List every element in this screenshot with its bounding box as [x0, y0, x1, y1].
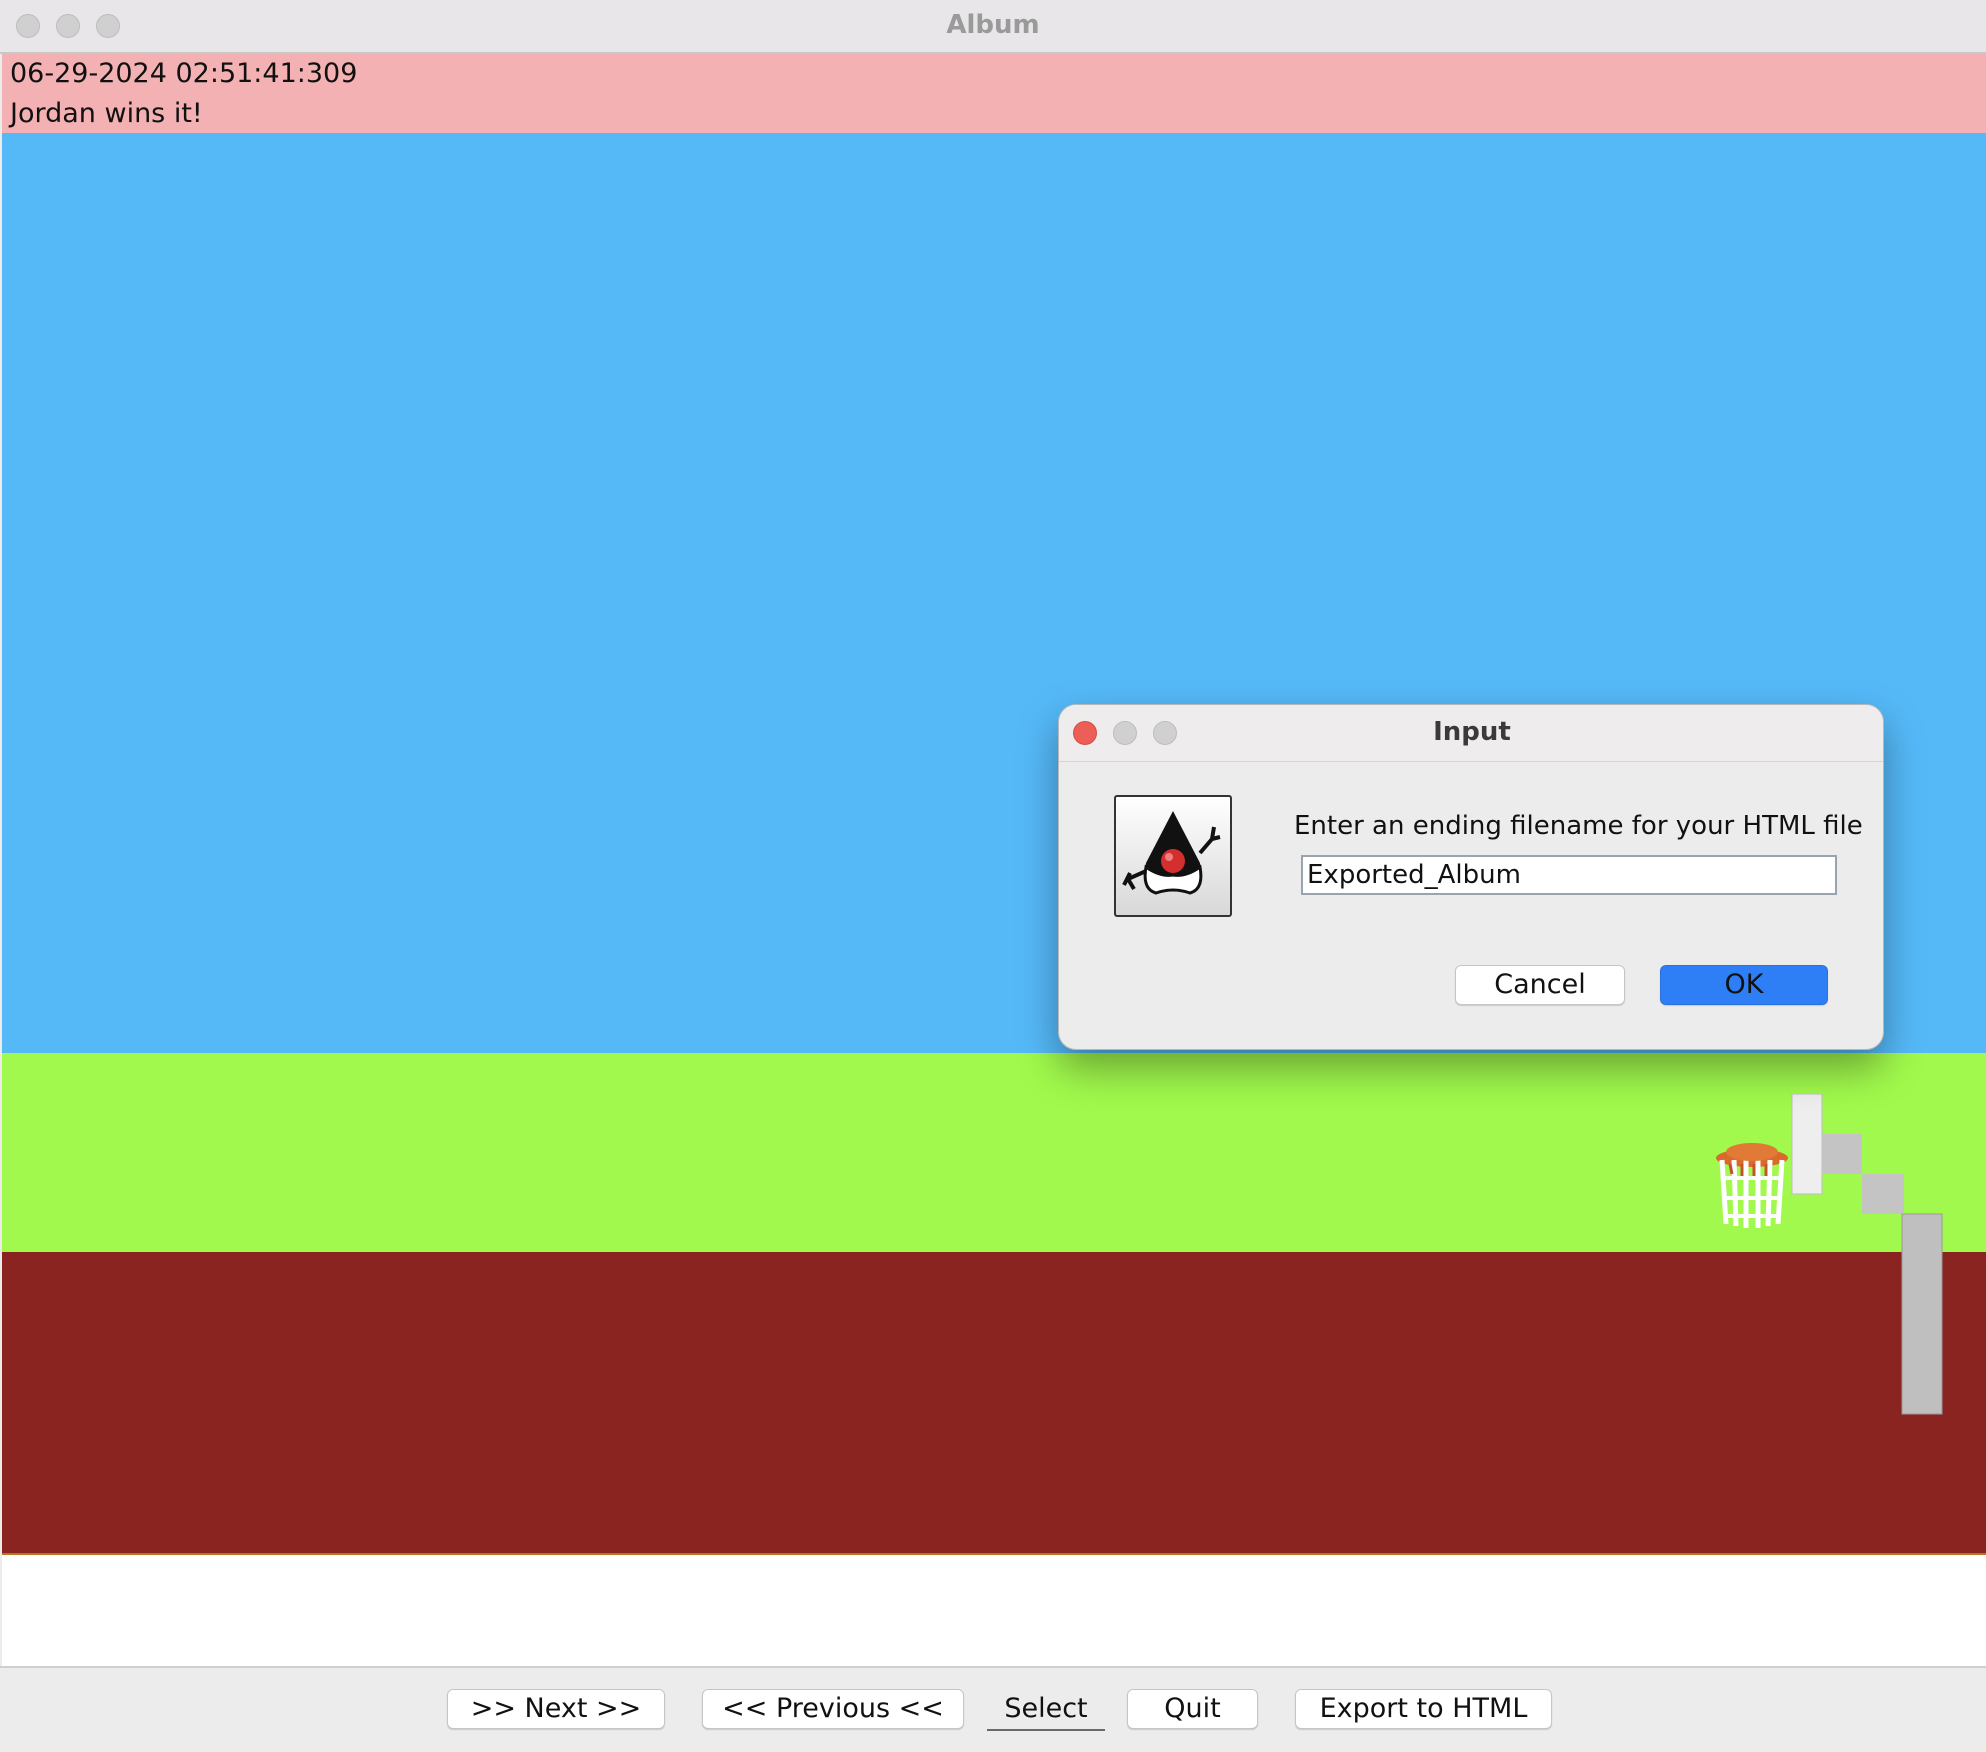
- hoop-backboard-post: [1791, 1094, 1823, 1195]
- album-window: Album 06-29-2024 02:51:41:309 Jordan win…: [0, 0, 1986, 1752]
- previous-button[interactable]: << Previous <<: [702, 1689, 964, 1729]
- java-duke-icon: [1114, 795, 1232, 917]
- hoop-arm-segment: [1822, 1134, 1862, 1174]
- basketball-hoop: [1716, 1094, 1943, 1415]
- photo-timestamp: 06-29-2024 02:51:41:309: [10, 58, 358, 89]
- quit-button[interactable]: Quit: [1127, 1689, 1258, 1729]
- ok-button[interactable]: OK: [1660, 965, 1828, 1005]
- navigation-bar: >> Next >> << Previous << Select Quit Ex…: [0, 1666, 1986, 1752]
- photo-caption: Jordan wins it!: [10, 98, 203, 129]
- scene-court: [2, 1252, 1986, 1555]
- hoop-pole: [1901, 1213, 1943, 1415]
- window-title: Album: [946, 10, 1040, 40]
- select-button[interactable]: Select: [987, 1689, 1105, 1731]
- window-titlebar[interactable]: Album: [0, 0, 1986, 54]
- dialog-message: Enter an ending filename for your HTML f…: [1294, 811, 1863, 841]
- cancel-button[interactable]: Cancel: [1455, 965, 1625, 1005]
- filename-input[interactable]: [1301, 855, 1837, 895]
- hoop-net: [1716, 1143, 1788, 1228]
- next-button[interactable]: >> Next >>: [447, 1689, 665, 1729]
- hoop-arm-segment: [1862, 1174, 1904, 1214]
- dialog-titlebar[interactable]: Input: [1059, 705, 1883, 762]
- export-html-button[interactable]: Export to HTML: [1295, 1689, 1552, 1729]
- dialog-title: Input: [1433, 717, 1511, 747]
- photo-banner: 06-29-2024 02:51:41:309 Jordan wins it!: [2, 54, 1986, 133]
- input-dialog: Input Enter an ending filename for your …: [1058, 704, 1884, 1050]
- scene-grass: [2, 1053, 1986, 1252]
